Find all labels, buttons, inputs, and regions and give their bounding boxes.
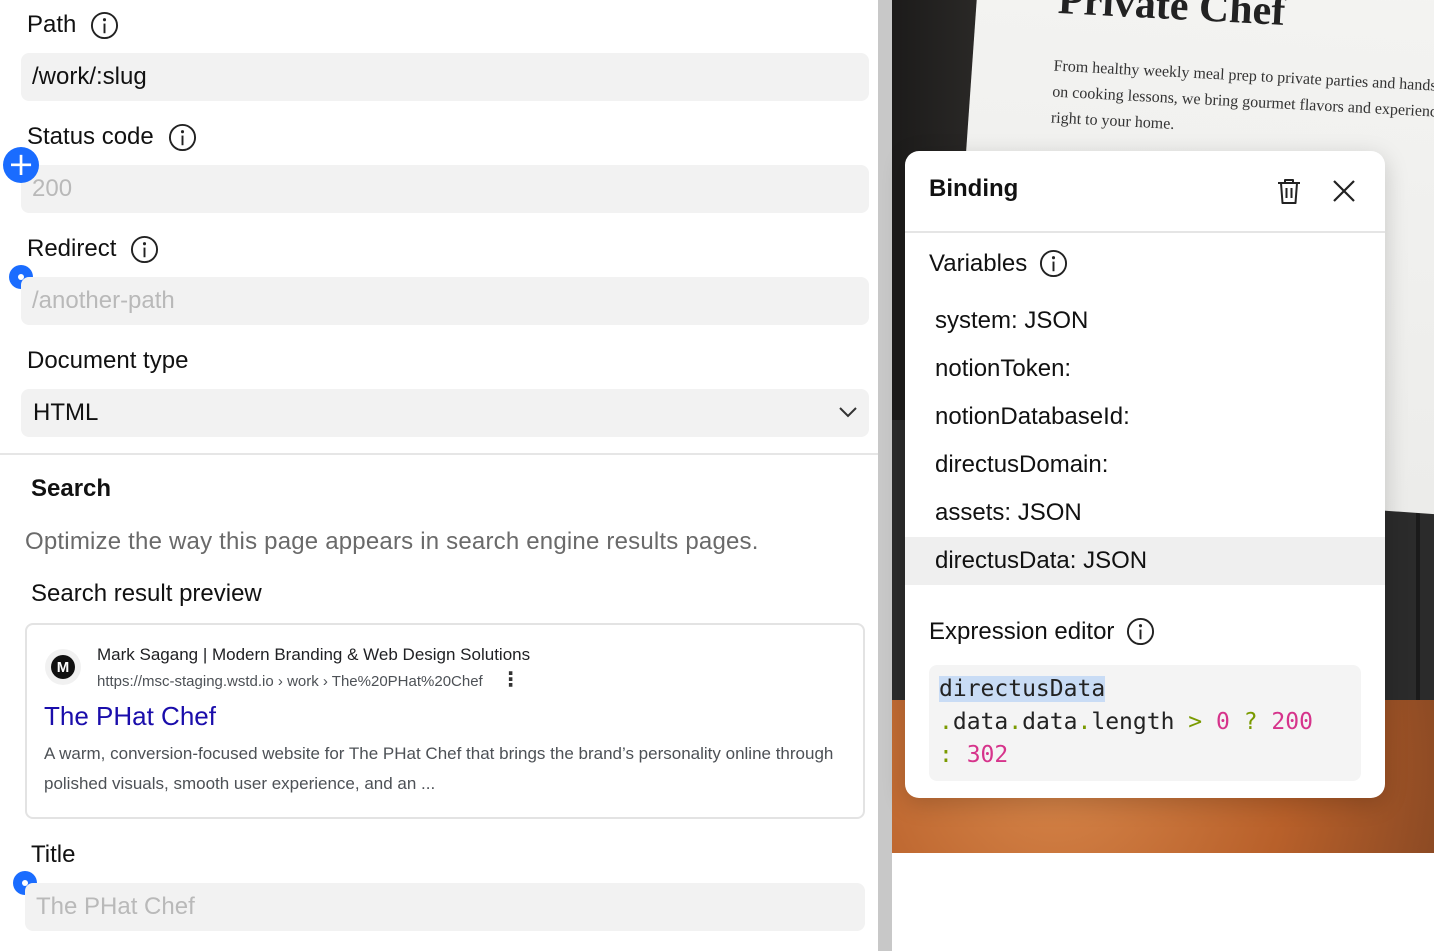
favicon-letter: M (51, 655, 75, 679)
variable-label: system: JSON (935, 307, 1089, 334)
code-line: directusData (939, 673, 1351, 706)
code-operator: : (939, 742, 967, 768)
document-type-label-text: Document type (27, 347, 189, 374)
path-label-text: Path (27, 11, 77, 38)
code-prop: length (1091, 709, 1175, 735)
info-icon[interactable] (168, 123, 197, 152)
code-prop: data (1022, 709, 1078, 735)
status-code-label-text: Status code (27, 123, 154, 150)
variable-label: notionToken: (935, 355, 1072, 382)
expression-editor[interactable]: directusData .data.data.length > 0 ? 200… (929, 665, 1361, 781)
variables-label: Variables (929, 249, 1068, 278)
redirect-placeholder: /another-path (32, 287, 175, 314)
variable-item[interactable]: directusData: JSON (905, 537, 1385, 585)
more-vertical-icon: ⋮ (500, 669, 521, 691)
code-identifier: directusData (939, 676, 1106, 702)
search-section-title: Search (31, 475, 112, 502)
status-code-input[interactable]: 200 (21, 165, 869, 213)
path-input[interactable]: /work/:slug (21, 53, 869, 101)
path-input-value: /work/:slug (32, 63, 147, 90)
code-operator: > (1174, 709, 1216, 735)
redirect-input[interactable]: /another-path (21, 277, 869, 325)
variable-label: directusDomain: (935, 451, 1109, 478)
page-settings-panel: Path /work/:slug Status code 200 + Redir… (0, 0, 878, 951)
close-button[interactable] (1328, 175, 1360, 207)
title-input[interactable]: The PHat Chef (25, 883, 865, 931)
code-line: .data.data.length > 0 ? 200 (939, 706, 1351, 739)
code-operator: ? (1229, 709, 1272, 735)
document-type-value: HTML (33, 399, 99, 426)
code-punct: . (939, 709, 953, 735)
code-line: : 302 (939, 739, 1351, 772)
serp-description: A warm, conversion-focused website for T… (44, 744, 834, 793)
chevron-down-icon (839, 407, 857, 418)
search-preview-label: Search result preview (31, 580, 262, 607)
info-icon[interactable] (130, 235, 159, 264)
variable-item[interactable]: notionDatabaseId: (905, 393, 1385, 441)
search-section-description: Optimize the way this page appears in se… (25, 528, 759, 555)
code-punct: . (1008, 709, 1023, 735)
path-label: Path (27, 8, 119, 42)
expression-editor-label: Expression editor (929, 617, 1155, 646)
document-type-label: Document type (27, 344, 188, 378)
variables-list: system: JSON notionToken: notionDatabase… (905, 297, 1385, 585)
site-favicon-icon: M (45, 649, 81, 685)
serp-site-name: Mark Sagang | Modern Branding & Web Desi… (97, 645, 531, 664)
delete-binding-button[interactable] (1273, 175, 1305, 207)
serp-url: https://msc-staging.wstd.io › work › The… (97, 672, 483, 690)
status-code-placeholder: 200 (32, 175, 73, 202)
search-result-preview: M Mark Sagang | Modern Branding & Web De… (25, 623, 865, 819)
popover-header: Binding (905, 151, 1385, 233)
expression-editor-label-text: Expression editor (929, 617, 1115, 645)
close-icon (1333, 180, 1355, 202)
code-number: 200 (1271, 709, 1313, 735)
code-prop: data (952, 709, 1009, 735)
trash-icon (1278, 179, 1300, 204)
binding-popover: Binding Variables system: JSON notionTok… (905, 151, 1385, 798)
variable-item[interactable]: notionToken: (905, 345, 1385, 393)
serp-title: The PHat Chef (44, 701, 216, 731)
document-type-select[interactable]: HTML (21, 389, 869, 437)
title-label-text: Title (31, 841, 76, 868)
variable-label: notionDatabaseId: (935, 403, 1130, 430)
info-icon[interactable] (1039, 249, 1068, 278)
panel-resize-handle[interactable] (878, 0, 892, 951)
info-icon[interactable] (90, 11, 119, 40)
popover-title: Binding (929, 175, 1019, 202)
variable-item[interactable]: assets: JSON (905, 489, 1385, 537)
info-icon[interactable] (1126, 617, 1155, 646)
status-code-label: Status code (27, 120, 197, 154)
redirect-label-text: Redirect (27, 235, 117, 262)
section-divider (0, 453, 878, 455)
code-number: 0 (1216, 709, 1230, 735)
variable-item[interactable]: system: JSON (905, 297, 1385, 345)
code-number: 302 (966, 742, 1009, 768)
title-label: Title (31, 838, 75, 872)
redirect-label: Redirect (27, 232, 159, 266)
title-placeholder: The PHat Chef (36, 893, 195, 920)
code-punct: . (1077, 709, 1092, 735)
serp-url-row: https://msc-staging.wstd.io › work › The… (97, 669, 521, 691)
variable-item[interactable]: directusDomain: (905, 441, 1385, 489)
variable-label: directusData: JSON (935, 547, 1148, 574)
variables-label-text: Variables (929, 249, 1028, 277)
variable-label: assets: JSON (935, 499, 1082, 526)
add-binding-plus-icon[interactable]: + (3, 147, 39, 183)
